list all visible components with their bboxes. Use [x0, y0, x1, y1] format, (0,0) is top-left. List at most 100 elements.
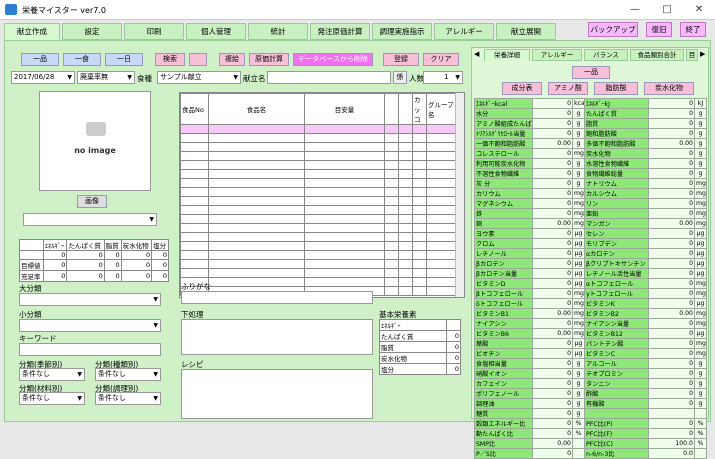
genka-button[interactable]: 原価計算 [249, 53, 289, 66]
food-cell[interactable] [180, 259, 209, 269]
food-cell[interactable] [384, 223, 399, 233]
food-cell[interactable] [426, 169, 457, 179]
food-cell[interactable] [412, 187, 427, 197]
food-cell[interactable] [304, 151, 385, 161]
food-cell[interactable] [426, 259, 457, 269]
food-cell[interactable] [384, 232, 399, 242]
food-cell[interactable] [398, 277, 413, 287]
table-row[interactable] [180, 259, 457, 269]
shobunrui-select[interactable]: ▼ [19, 319, 161, 332]
food-cell[interactable] [412, 160, 427, 170]
food-cell[interactable] [304, 232, 385, 242]
food-cell[interactable] [304, 214, 385, 224]
tab-insatsu[interactable]: 印刷 [124, 23, 184, 40]
food-cell[interactable] [180, 178, 209, 188]
food-cell[interactable] [398, 142, 413, 152]
blank-button[interactable] [189, 53, 207, 66]
food-cell[interactable] [398, 214, 413, 224]
date-select[interactable]: 2017/06/28 ▼ [11, 71, 75, 84]
food-cell[interactable] [180, 142, 209, 152]
food-cell[interactable] [180, 232, 209, 242]
daibunrui-select[interactable]: ▼ [19, 293, 161, 306]
food-cell[interactable] [398, 268, 413, 278]
food-cell[interactable] [412, 268, 427, 278]
food-cell[interactable] [304, 268, 385, 278]
food-cell[interactable] [208, 187, 305, 197]
food-cell[interactable] [426, 160, 457, 170]
food-cell[interactable] [180, 124, 209, 134]
food-cell[interactable] [180, 160, 209, 170]
register-button[interactable]: 登録 [383, 53, 419, 66]
shibo-button[interactable]: 脂肪酸 [594, 82, 638, 95]
clear-button[interactable]: クリア [423, 53, 459, 66]
food-cell[interactable] [412, 232, 427, 242]
food-cell[interactable] [384, 133, 399, 143]
food-cell[interactable] [398, 259, 413, 269]
food-cell[interactable] [304, 160, 385, 170]
food-cell[interactable] [384, 142, 399, 152]
food-cell[interactable] [180, 169, 209, 179]
food-cell[interactable] [426, 205, 457, 215]
table-row[interactable] [180, 268, 457, 278]
food-cell[interactable] [398, 133, 413, 143]
food-cell[interactable] [384, 277, 399, 287]
isshoku-button[interactable]: 一食 [63, 53, 101, 66]
table-row[interactable] [180, 169, 457, 179]
food-cell[interactable] [426, 277, 457, 287]
tab-chori[interactable]: 調理実施指示 [372, 23, 432, 40]
food-cell[interactable] [384, 178, 399, 188]
food-cell[interactable] [398, 160, 413, 170]
backup-button[interactable]: バックアップ [588, 22, 638, 37]
food-cell[interactable] [180, 250, 209, 260]
kakari-button[interactable]: 係 [393, 71, 407, 84]
food-cell[interactable] [412, 241, 427, 251]
keyword-input[interactable] [19, 343, 161, 356]
food-cell[interactable] [208, 259, 305, 269]
tab-tenkai[interactable]: 献立展開 [496, 23, 556, 40]
food-cell[interactable] [180, 214, 209, 224]
food-cell[interactable] [426, 151, 457, 161]
food-cell[interactable] [398, 250, 413, 260]
food-cell[interactable] [208, 277, 305, 287]
table-row[interactable] [180, 151, 457, 161]
tab-kondate[interactable]: 献立作成 [4, 23, 60, 41]
food-cell[interactable] [208, 151, 305, 161]
food-cell[interactable] [426, 286, 457, 296]
scroll-left-icon[interactable]: ◀ [474, 50, 479, 58]
food-cell[interactable] [398, 241, 413, 251]
food-table[interactable]: 食品No 食品名 目安量 カッコ グループ名 [180, 93, 457, 296]
table-row[interactable] [180, 223, 457, 233]
food-cell[interactable] [426, 178, 457, 188]
food-cell[interactable] [208, 241, 305, 251]
close-button[interactable]: ✕ [684, 2, 714, 18]
food-cell[interactable] [398, 286, 413, 296]
food-table-scrollbar[interactable] [455, 93, 464, 297]
maximize-button[interactable]: □ [652, 2, 682, 18]
food-cell[interactable] [426, 196, 457, 206]
ippin-button[interactable]: 一品 [21, 53, 59, 66]
food-cell[interactable] [208, 205, 305, 215]
table-row[interactable] [180, 241, 457, 251]
food-cell[interactable] [384, 169, 399, 179]
right-tab-allergy[interactable]: アレルギー [532, 49, 582, 61]
food-cell[interactable] [304, 169, 385, 179]
table-row[interactable] [180, 250, 457, 260]
ichinichi-button[interactable]: 一日 [105, 53, 143, 66]
amino-button[interactable]: アミノ酸 [548, 82, 588, 95]
food-cell[interactable] [180, 196, 209, 206]
food-cell[interactable] [180, 223, 209, 233]
table-row[interactable] [180, 142, 457, 152]
food-cell[interactable] [304, 259, 385, 269]
food-cell[interactable] [398, 124, 413, 134]
right-tab-foodtotal[interactable]: 食品類別合計 [630, 49, 684, 61]
food-cell[interactable] [398, 151, 413, 161]
tab-kojin[interactable]: 個人管理 [186, 23, 246, 40]
food-cell[interactable] [412, 178, 427, 188]
food-cell[interactable] [180, 268, 209, 278]
zairyo-select[interactable]: 条件なし ▼ [19, 392, 85, 405]
food-cell[interactable] [304, 223, 385, 233]
food-cell[interactable] [412, 169, 427, 179]
right-tab-more[interactable]: 目 [686, 49, 698, 61]
food-cell[interactable] [384, 151, 399, 161]
seibun-button[interactable]: 成分表 [502, 82, 542, 95]
